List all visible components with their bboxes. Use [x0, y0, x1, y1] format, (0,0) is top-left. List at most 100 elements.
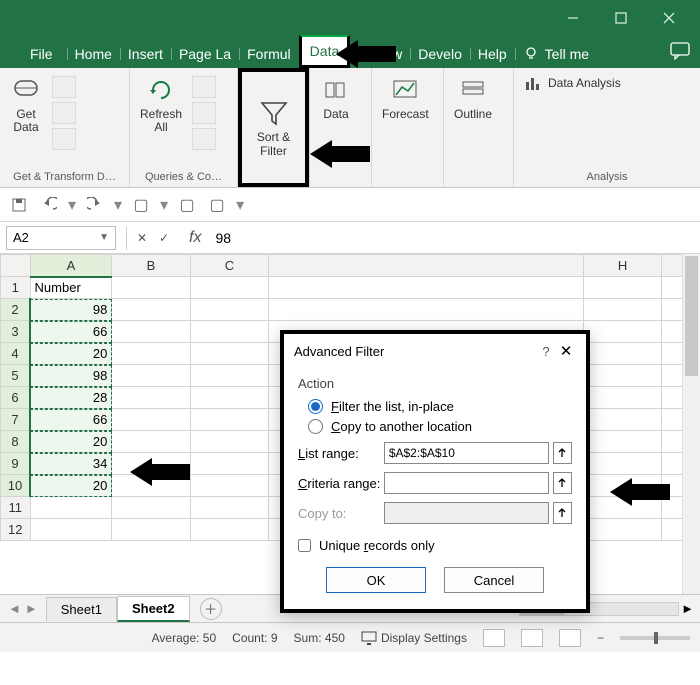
list-range-input[interactable] — [384, 442, 549, 464]
cell[interactable] — [269, 299, 584, 321]
cell[interactable] — [190, 475, 268, 497]
cancel-button[interactable]: Cancel — [444, 567, 544, 593]
cell[interactable] — [112, 365, 190, 387]
cell[interactable] — [190, 299, 268, 321]
tab-insert[interactable]: Insert — [120, 40, 171, 68]
edit-links-button[interactable] — [192, 128, 216, 150]
formula-input[interactable] — [209, 226, 700, 250]
tab-file[interactable]: File — [16, 40, 67, 68]
minimize-button[interactable] — [560, 5, 586, 31]
cell[interactable] — [112, 519, 190, 541]
data-analysis-button[interactable]: Data Analysis — [520, 72, 625, 94]
zoom-out[interactable]: − — [597, 631, 604, 645]
list-range-picker[interactable] — [553, 442, 572, 464]
queries-button[interactable] — [192, 76, 216, 98]
cell[interactable]: 98 — [30, 299, 112, 321]
copy-to-picker[interactable] — [553, 502, 572, 524]
sheet-nav-next[interactable]: ► — [25, 601, 38, 616]
cell[interactable] — [112, 431, 190, 453]
row-header[interactable]: 6 — [1, 387, 31, 409]
from-table-button[interactable] — [52, 128, 76, 150]
col-header-hidden[interactable] — [269, 255, 584, 277]
row-header[interactable]: 10 — [1, 475, 31, 497]
tell-me[interactable]: Tell me — [515, 40, 597, 68]
col-header-a[interactable]: A — [30, 255, 112, 277]
name-box[interactable]: A2 ▼ — [6, 226, 116, 250]
col-header-c[interactable]: C — [190, 255, 268, 277]
tab-developer[interactable]: Develo — [410, 40, 470, 68]
cell[interactable] — [190, 365, 268, 387]
cell[interactable]: Number — [30, 277, 112, 299]
sheet-nav-prev[interactable]: ◄ — [8, 601, 21, 616]
row-header[interactable]: 9 — [1, 453, 31, 475]
get-data-button[interactable]: Get Data — [6, 72, 46, 136]
cell[interactable]: 20 — [30, 431, 112, 453]
properties-button[interactable] — [192, 102, 216, 124]
refresh-all-button[interactable]: Refresh All — [136, 72, 186, 136]
cell[interactable] — [583, 277, 661, 299]
data-tools-button[interactable]: Data — [316, 72, 356, 123]
tab-page-layout[interactable]: Page La — [171, 40, 239, 68]
outline-button[interactable]: Outline — [450, 72, 496, 123]
cell[interactable] — [112, 321, 190, 343]
maximize-button[interactable] — [608, 5, 634, 31]
sort-filter-button[interactable]: Sort & Filter — [244, 95, 303, 159]
row-header[interactable]: 4 — [1, 343, 31, 365]
cell[interactable] — [112, 453, 190, 475]
cell[interactable] — [583, 387, 661, 409]
sheet-tab-2[interactable]: Sheet2 — [117, 596, 190, 622]
tab-review-left[interactable]: R — [350, 40, 376, 68]
unique-records-checkbox[interactable] — [298, 539, 311, 552]
sheet-tab-1[interactable]: Sheet1 — [46, 597, 117, 621]
cell[interactable] — [30, 497, 112, 519]
cell[interactable] — [190, 519, 268, 541]
from-web-button[interactable] — [52, 102, 76, 124]
fx-icon[interactable]: fx — [189, 229, 201, 247]
close-button[interactable] — [656, 5, 682, 31]
criteria-range-input[interactable] — [384, 472, 549, 494]
col-header-h[interactable]: H — [583, 255, 661, 277]
cell[interactable] — [583, 343, 661, 365]
cell[interactable] — [190, 409, 268, 431]
cell[interactable] — [583, 431, 661, 453]
qat-button-2[interactable]: ▢ — [176, 194, 198, 216]
tab-home[interactable]: Home — [67, 40, 120, 68]
row-header[interactable]: 2 — [1, 299, 31, 321]
comments-icon[interactable] — [670, 42, 690, 63]
qat-button-3[interactable]: ▢ — [206, 194, 228, 216]
cell[interactable] — [190, 277, 268, 299]
row-header[interactable]: 12 — [1, 519, 31, 541]
cell[interactable] — [30, 519, 112, 541]
row-header[interactable]: 1 — [1, 277, 31, 299]
select-all[interactable] — [1, 255, 31, 277]
cell[interactable] — [112, 277, 190, 299]
cell[interactable]: 28 — [30, 387, 112, 409]
cell[interactable] — [190, 431, 268, 453]
copy-location-radio[interactable] — [308, 419, 323, 434]
cell[interactable]: 66 — [30, 321, 112, 343]
vertical-scrollbar[interactable] — [682, 254, 700, 594]
zoom-slider[interactable] — [620, 636, 690, 640]
cell[interactable] — [190, 321, 268, 343]
cell[interactable]: 34 — [30, 453, 112, 475]
row-header[interactable]: 8 — [1, 431, 31, 453]
cell[interactable] — [583, 475, 661, 497]
cell[interactable] — [112, 409, 190, 431]
cell[interactable] — [583, 497, 661, 519]
col-header-b[interactable]: B — [112, 255, 190, 277]
undo-button[interactable] — [38, 194, 60, 216]
filter-inplace-radio[interactable] — [308, 399, 323, 414]
forecast-button[interactable]: Forecast — [378, 72, 433, 123]
cell[interactable]: 66 — [30, 409, 112, 431]
cell[interactable] — [583, 299, 661, 321]
qat-button-1[interactable]: ▢ — [130, 194, 152, 216]
tab-formulas[interactable]: Formul — [239, 40, 299, 68]
tab-data[interactable]: Data — [299, 35, 351, 68]
cell[interactable]: 20 — [30, 343, 112, 365]
cell[interactable] — [112, 387, 190, 409]
row-header[interactable]: 11 — [1, 497, 31, 519]
cell[interactable] — [112, 299, 190, 321]
confirm-fx-button[interactable]: ✓ — [159, 231, 181, 245]
cell[interactable] — [583, 321, 661, 343]
cell[interactable]: 20 — [30, 475, 112, 497]
